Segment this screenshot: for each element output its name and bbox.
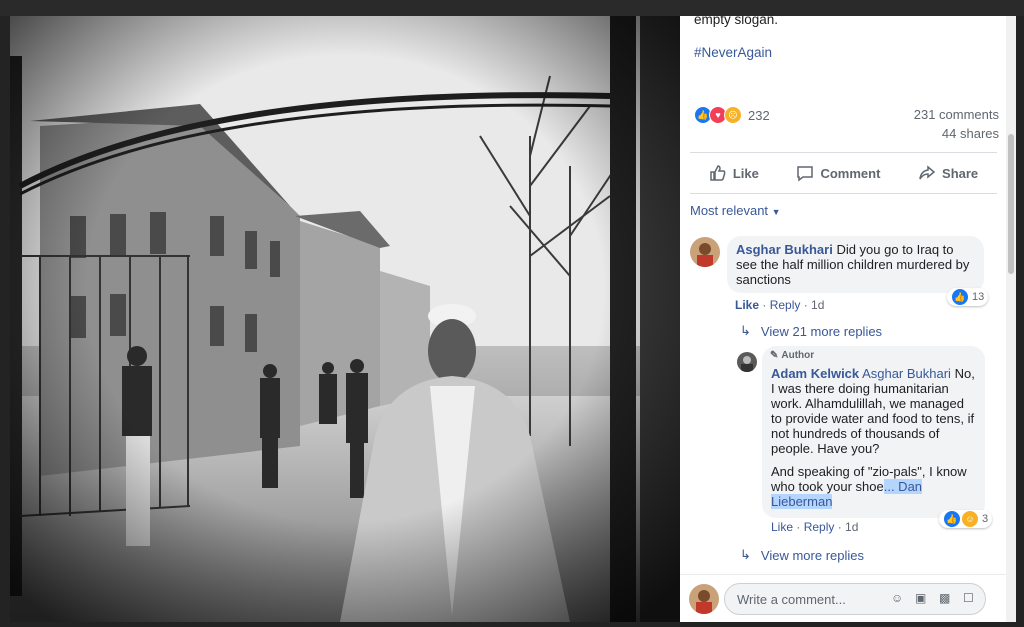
reply-author-name[interactable]: Adam Kelwick — [771, 366, 859, 381]
view-more-replies-label: View more replies — [760, 547, 864, 563]
avatar-image — [696, 590, 712, 614]
reply-arrow-icon: ↳ — [740, 547, 751, 562]
view-more-replies-link[interactable]: ↳ View more replies — [740, 547, 864, 563]
comment-like-link[interactable]: Like — [735, 298, 759, 312]
comment-author-name[interactable]: Asghar Bukhari — [736, 242, 833, 257]
comments-count-link[interactable]: 231 comments — [914, 107, 999, 122]
comment-timestamp[interactable]: 1d — [811, 298, 824, 312]
sticker-icon[interactable]: ☐ — [963, 591, 979, 607]
share-label: Share — [942, 165, 979, 181]
composer-avatar[interactable] — [689, 584, 719, 614]
haha-reaction-icon: ☺ — [961, 510, 979, 528]
share-button[interactable]: Share — [918, 164, 978, 182]
reaction-summary[interactable]: 👍 ♥ ☹ 232 — [694, 105, 770, 125]
comment-reply-link[interactable]: Reply — [770, 298, 801, 312]
post-photo[interactable] — [10, 16, 680, 622]
camera-icon[interactable]: ▣ — [915, 591, 931, 607]
comment-sort-dropdown[interactable]: Most relevant ▼ — [690, 203, 781, 218]
like-label: Like — [732, 165, 759, 181]
reply-timestamp[interactable]: 1d — [845, 520, 858, 534]
author-badge: ✎ Author — [770, 350, 814, 361]
sad-reaction-icon: ☹ — [724, 106, 742, 124]
comment-label: Comment — [820, 165, 881, 181]
comment-composer: Write a comment... ☺ ▣ ▩ ☐ — [680, 574, 1007, 622]
reactions-count: 232 — [748, 107, 770, 123]
comment-actions: Like · Reply · 1d — [735, 298, 825, 312]
reply-avatar[interactable] — [737, 352, 757, 372]
view-more-replies-label: View 21 more replies — [760, 323, 883, 339]
avatar-image — [741, 356, 753, 372]
comment-bubble: Asghar Bukhari Did you go to Iraq to see… — [727, 236, 984, 293]
reply-reaction-count: 3 — [982, 513, 989, 525]
gif-icon[interactable]: ▩ — [939, 591, 955, 607]
photo-illustration — [10, 16, 680, 622]
reply-actions: Like · Reply · 1d — [771, 520, 859, 534]
pencil-icon: ✎ — [770, 350, 779, 361]
hashtag-link[interactable]: #NeverAgain — [694, 45, 772, 60]
thumbs-up-icon — [710, 165, 726, 181]
comment-placeholder: Write a comment... — [737, 592, 846, 607]
caret-down-icon: ▼ — [771, 207, 781, 217]
emoji-icon[interactable]: ☺ — [891, 591, 907, 607]
reply-like-link[interactable]: Like — [771, 520, 793, 534]
avatar[interactable] — [690, 237, 720, 267]
composer-icons: ☺ ▣ ▩ ☐ — [891, 591, 979, 607]
post-text-tail: empty slogan. — [694, 16, 779, 27]
reply-arrow-icon: ↳ — [740, 323, 751, 338]
view-more-replies-link[interactable]: ↳ View 21 more replies — [740, 323, 882, 339]
reply-reply-link[interactable]: Reply — [804, 520, 835, 534]
author-badge-label: Author — [781, 350, 815, 361]
comment-button[interactable]: Comment — [796, 164, 880, 182]
like-reaction-icon: 👍 — [951, 288, 969, 306]
top-strip — [0, 0, 1024, 16]
reply-reaction-badge[interactable]: 👍 ☺ 3 — [939, 510, 993, 528]
post-action-row: Like Comment Share — [690, 152, 997, 194]
like-button[interactable]: Like — [709, 164, 759, 182]
post-side-panel: empty slogan. #NeverAgain 👍 ♥ ☹ 232 231 … — [680, 16, 1007, 622]
avatar-image — [697, 243, 713, 267]
sort-label: Most relevant — [690, 203, 769, 218]
like-reaction-icon: 👍 — [943, 510, 961, 528]
share-icon — [919, 165, 936, 180]
panel-scrollbar[interactable] — [1006, 16, 1016, 622]
reply-bubble: Adam Kelwick Asghar Bukhari No, I was th… — [762, 346, 985, 518]
comment-reaction-count: 13 — [972, 291, 985, 303]
reply-text-2: And speaking of "zio-pals", I know who t… — [771, 464, 967, 494]
comment-reaction-badge[interactable]: 👍 13 — [947, 288, 989, 306]
comment-input[interactable]: Write a comment... ☺ ▣ ▩ ☐ — [724, 583, 986, 615]
scrollbar-thumb[interactable] — [1008, 134, 1014, 274]
shares-count-link[interactable]: 44 shares — [942, 126, 999, 141]
reply-mention[interactable]: Asghar Bukhari — [862, 366, 951, 381]
comment-icon — [797, 166, 814, 182]
